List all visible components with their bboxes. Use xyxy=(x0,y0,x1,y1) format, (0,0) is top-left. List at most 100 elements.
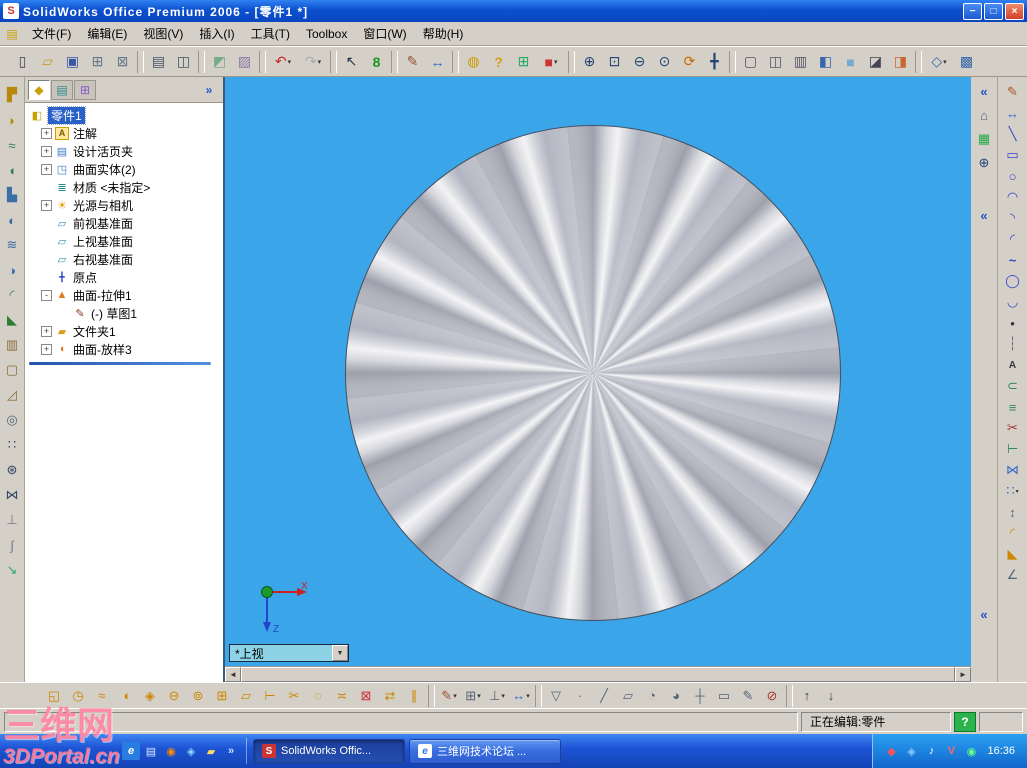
trim-entities-icon[interactable]: ✂ xyxy=(1002,418,1024,438)
mid-surface-icon[interactable]: ≍ xyxy=(330,685,354,707)
mirror-feature-icon[interactable]: ⋈ xyxy=(1,485,23,505)
filter-edges-icon[interactable]: ╱ xyxy=(592,685,616,707)
sketch-dropdown-icon[interactable]: ✎ xyxy=(437,685,461,707)
task-solidworks[interactable]: S SolidWorks Offic... xyxy=(253,738,405,764)
show-desktop-icon[interactable]: ▤ xyxy=(142,742,160,760)
revolved-surface-icon[interactable]: ◷ xyxy=(66,685,90,707)
extruded-cut-icon[interactable]: ▙ xyxy=(1,185,23,205)
design-table-icon[interactable]: ⊞ xyxy=(511,50,536,74)
quicklaunch-expand-icon[interactable]: » xyxy=(222,742,240,760)
relations-dropdown-icon[interactable]: ⊥ xyxy=(485,685,509,707)
restore-button[interactable]: □ xyxy=(984,2,1003,20)
wireframe-icon[interactable]: ▢ xyxy=(738,50,763,74)
circular-pattern-icon[interactable]: ⊛ xyxy=(1,460,23,480)
filter-faces-icon[interactable]: ▱ xyxy=(616,685,640,707)
parabola-icon[interactable]: ◡ xyxy=(1002,292,1024,312)
filter-vertices-icon[interactable]: ∙ xyxy=(568,685,592,707)
make-assembly-icon[interactable]: ⊠ xyxy=(110,50,135,74)
sketch-icon[interactable]: ✎ xyxy=(400,50,425,74)
photoworks-icon[interactable]: ◍ xyxy=(461,50,486,74)
mirror-entities-icon[interactable]: ⋈ xyxy=(1002,460,1024,480)
menu-item-view[interactable]: 视图(V) xyxy=(135,22,191,45)
sketch-pencil-icon[interactable]: ✎ xyxy=(1002,82,1024,102)
shadows-icon[interactable]: ◪ xyxy=(863,50,888,74)
tree-item-origin[interactable]: ╋ 原点 xyxy=(25,268,223,286)
lofted-cut-icon[interactable]: ◑ xyxy=(1,260,23,280)
centerline-icon[interactable]: ┆ xyxy=(1002,334,1024,354)
texture-icon[interactable]: ▨ xyxy=(232,50,257,74)
view-orientation-selector[interactable]: *上视 ▼ xyxy=(229,644,349,662)
im-icon[interactable]: ◈ xyxy=(903,743,919,759)
antivirus-icon[interactable]: V xyxy=(943,743,959,759)
rectangle-icon[interactable]: ▭ xyxy=(1002,145,1024,165)
section-view-icon[interactable]: ◨ xyxy=(888,50,913,74)
swept-boss-icon[interactable]: ≈ xyxy=(1,135,23,155)
view-selector-dropdown[interactable]: ▼ xyxy=(332,645,348,661)
delete-face-icon[interactable]: ⊠ xyxy=(354,685,378,707)
smart-dimension-icon[interactable]: ↔ xyxy=(1002,103,1024,123)
extend-surface-icon[interactable]: ⊢ xyxy=(258,685,282,707)
sketch-text-icon[interactable]: A xyxy=(1002,355,1024,375)
tree-item-folder1[interactable]: + ▰ 文件夹1 xyxy=(25,322,223,340)
lofted-surface-icon[interactable]: ◖ xyxy=(114,685,138,707)
help-topic-icon[interactable]: ? xyxy=(486,50,511,74)
rib-icon[interactable]: ▥ xyxy=(1,335,23,355)
zoom-to-selection-icon[interactable]: ⊙ xyxy=(652,50,677,74)
redo-icon[interactable]: ↷ xyxy=(298,50,328,74)
status-green-icon[interactable]: ◉ xyxy=(963,743,979,759)
grid-system-icon[interactable]: ⊞ xyxy=(461,685,485,707)
dock-down-icon[interactable]: ↓ xyxy=(819,685,843,707)
menu-item-toolbox[interactable]: Toolbox xyxy=(298,22,355,45)
tree-item-sketch1[interactable]: ✎ (-) 草图1 xyxy=(25,304,223,322)
status-help-button[interactable]: ? xyxy=(954,711,976,732)
filter-planes-icon[interactable]: ▭ xyxy=(712,685,736,707)
open-icon[interactable]: ▱ xyxy=(35,50,60,74)
zoom-in-out-icon[interactable]: ⊖ xyxy=(627,50,652,74)
pan-icon[interactable]: ╋ xyxy=(702,50,727,74)
volume-icon[interactable]: ♪ xyxy=(923,743,939,759)
boundary-surface-icon[interactable]: ◈ xyxy=(138,685,162,707)
centerpoint-arc-icon[interactable]: ◠ xyxy=(1002,187,1024,207)
horizontal-scrollbar[interactable]: ◄ ► xyxy=(225,666,971,682)
featuremanager-tab[interactable]: ◆ xyxy=(28,79,50,100)
hole-wizard-icon[interactable]: ◎ xyxy=(1,410,23,430)
menu-item-tools[interactable]: 工具(T) xyxy=(243,22,298,45)
media-player-icon[interactable]: ◉ xyxy=(162,742,180,760)
curves-icon[interactable]: ∫ xyxy=(1,535,23,555)
trim-surface-icon[interactable]: ✂ xyxy=(282,685,306,707)
tree-root[interactable]: ◧ 零件1 xyxy=(25,105,223,125)
extruded-boss-icon[interactable]: ▛ xyxy=(1,85,23,105)
filter-axes-icon[interactable]: ┼ xyxy=(688,685,712,707)
chamfer-icon[interactable]: ◣ xyxy=(1,310,23,330)
tree-item-front-plane[interactable]: ▱ 前视基准面 xyxy=(25,214,223,232)
close-button[interactable]: × xyxy=(1005,2,1024,20)
new-icon[interactable]: ▯ xyxy=(10,50,35,74)
folders-icon[interactable]: ▰ xyxy=(202,742,220,760)
dock-up-icon[interactable]: ↑ xyxy=(795,685,819,707)
dimension-dropdown-icon[interactable]: ↔ xyxy=(509,685,533,707)
point-icon[interactable]: • xyxy=(1002,313,1024,333)
extend-entities-icon[interactable]: ⊢ xyxy=(1002,439,1024,459)
dimension-icon[interactable]: ↔ xyxy=(425,50,450,74)
sketch-fillet-icon[interactable]: ◜ xyxy=(1002,523,1024,543)
replace-face-icon[interactable]: ⇄ xyxy=(378,685,402,707)
planar-surface-icon[interactable]: ▱ xyxy=(234,685,258,707)
tree-item-annotations[interactable]: + A 注解 xyxy=(25,124,223,142)
panel-expand-button[interactable]: » xyxy=(198,80,220,100)
lofted-boss-icon[interactable]: ◖ xyxy=(1,160,23,180)
tree-item-surface-bodies[interactable]: + ◳ 曲面实体(2) xyxy=(25,160,223,178)
filter-surface-bodies-icon[interactable]: ◔ xyxy=(640,685,664,707)
collapse-mid-button[interactable]: « xyxy=(973,205,995,225)
filter-sketches-icon[interactable]: ✎ xyxy=(736,685,760,707)
revolved-cut-icon[interactable]: ◐ xyxy=(1,210,23,230)
tree-item-right-plane[interactable]: ▱ 右视基准面 xyxy=(25,250,223,268)
tree-item-surface-extrude1[interactable]: - ▲ 曲面-拉伸1 xyxy=(25,286,223,304)
ruled-surface-icon[interactable]: ∥ xyxy=(402,685,426,707)
line-icon[interactable]: ╲ xyxy=(1002,124,1024,144)
filter-toggle-icon[interactable]: ▽ xyxy=(544,685,568,707)
part-disc-surface[interactable] xyxy=(345,125,841,621)
task-forum[interactable]: e 三维网技术论坛 ... xyxy=(409,738,561,764)
convert-entities-icon[interactable]: ⊂ xyxy=(1002,376,1024,396)
rebuild-icon[interactable]: 8 xyxy=(364,50,389,74)
display-relations-icon[interactable]: ∠ xyxy=(1002,565,1024,585)
